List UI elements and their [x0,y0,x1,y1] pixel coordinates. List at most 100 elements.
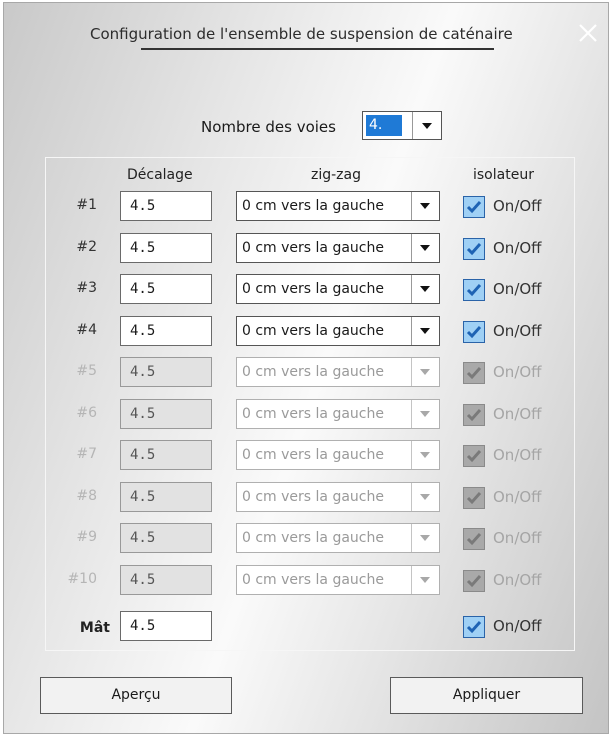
zigzag-dropdown-button[interactable] [411,275,439,303]
decalage-input[interactable]: 4.5 [120,316,212,346]
zigzag-select[interactable]: 0 cm vers la gauche [236,233,440,263]
mat-label: Mât [79,620,110,636]
isolateur-checkbox[interactable] [463,238,485,260]
onoff-label: On/Off [493,239,542,257]
row-label: #5 [76,363,97,379]
checkmark-icon [466,621,482,634]
decalage-input[interactable]: 4.5 [120,233,212,263]
isolateur-checkbox[interactable] [463,321,485,343]
checkmark-icon [466,367,482,380]
zigzag-dropdown-button [411,441,439,469]
checkmark-icon [466,326,482,339]
row-label: #3 [76,280,97,296]
zigzag-dropdown-button[interactable] [411,317,439,345]
appliquer-button[interactable]: Appliquer [390,677,583,714]
decalage-input: 4.5 [120,482,212,512]
zigzag-value: 0 cm vers la gauche [242,406,384,422]
onoff-label: On/Off [493,280,542,298]
isolateur-checkbox [463,487,485,509]
zigzag-dropdown-button [411,483,439,511]
isolateur-checkbox[interactable] [463,196,485,218]
onoff-label: On/Off [493,571,542,589]
decalage-input: 4.5 [120,399,212,429]
row-label: #7 [76,446,97,462]
chevron-down-icon [420,328,430,334]
row-label: #8 [76,488,97,504]
decalage-input: 4.5 [120,357,212,387]
voies-label: Nombre des voies [201,118,336,136]
mat-isolateur-checkbox[interactable] [463,616,485,638]
row-label: #6 [76,405,97,421]
zigzag-dropdown-button [411,524,439,552]
header-isolateur: isolateur [473,167,534,183]
row-label: #1 [76,197,97,213]
zigzag-value: 0 cm vers la gauche [242,240,384,256]
mat-decalage-input[interactable]: 4.5 [120,611,212,641]
checkmark-icon [466,450,482,463]
row-label: #10 [67,571,97,587]
chevron-down-icon [420,245,430,251]
zigzag-dropdown-button [411,566,439,594]
zigzag-value: 0 cm vers la gauche [242,489,384,505]
isolateur-checkbox [463,362,485,384]
close-icon[interactable] [574,19,602,47]
zigzag-select: 0 cm vers la gauche [236,357,440,387]
chevron-down-icon [420,577,430,583]
isolateur-checkbox [463,445,485,467]
checkmark-icon [466,409,482,422]
header-decalage: Décalage [127,167,193,183]
decalage-input: 4.5 [120,523,212,553]
zigzag-value: 0 cm vers la gauche [242,323,384,339]
chevron-down-icon [422,123,432,129]
zigzag-select[interactable]: 0 cm vers la gauche [236,274,440,304]
onoff-label: On/Off [493,405,542,423]
zigzag-dropdown-button[interactable] [411,234,439,262]
zigzag-select: 0 cm vers la gauche [236,482,440,512]
isolateur-checkbox [463,528,485,550]
zigzag-select: 0 cm vers la gauche [236,440,440,470]
checkmark-icon [466,284,482,297]
voies-value: 4. [366,115,402,136]
row-label: #2 [76,239,97,255]
decalage-input[interactable]: 4.5 [120,191,212,221]
zigzag-dropdown-button[interactable] [411,192,439,220]
zigzag-select: 0 cm vers la gauche [236,399,440,429]
isolateur-checkbox [463,404,485,426]
onoff-label: On/Off [493,322,542,340]
checkmark-icon [466,575,482,588]
checkmark-icon [466,533,482,546]
zigzag-value: 0 cm vers la gauche [242,530,384,546]
decalage-input: 4.5 [120,440,212,470]
mat-onoff-label: On/Off [493,617,542,635]
chevron-down-icon [420,411,430,417]
zigzag-dropdown-button [411,400,439,428]
chevron-down-icon [420,369,430,375]
onoff-label: On/Off [493,197,542,215]
voies-select[interactable]: 4. [362,111,442,140]
voies-dropdown-button[interactable] [412,112,441,139]
onoff-label: On/Off [493,488,542,506]
zigzag-value: 0 cm vers la gauche [242,364,384,380]
zigzag-dropdown-button [411,358,439,386]
checkmark-icon [466,492,482,505]
onoff-label: On/Off [493,529,542,547]
zigzag-select[interactable]: 0 cm vers la gauche [236,316,440,346]
dialog-title: Configuration de l'ensemble de suspensio… [90,25,513,43]
chevron-down-icon [420,286,430,292]
zigzag-select: 0 cm vers la gauche [236,565,440,595]
decalage-input[interactable]: 4.5 [120,274,212,304]
zigzag-value: 0 cm vers la gauche [242,281,384,297]
onoff-label: On/Off [493,363,542,381]
isolateur-checkbox[interactable] [463,279,485,301]
row-label: #4 [76,322,97,338]
isolateur-checkbox [463,570,485,592]
zigzag-select[interactable]: 0 cm vers la gauche [236,191,440,221]
zigzag-select: 0 cm vers la gauche [236,523,440,553]
zigzag-value: 0 cm vers la gauche [242,572,384,588]
apercu-button[interactable]: Aperçu [40,677,232,714]
chevron-down-icon [420,535,430,541]
zigzag-value: 0 cm vers la gauche [242,447,384,463]
header-zigzag: zig-zag [311,167,361,183]
chevron-down-icon [420,452,430,458]
title-underline [141,48,494,50]
